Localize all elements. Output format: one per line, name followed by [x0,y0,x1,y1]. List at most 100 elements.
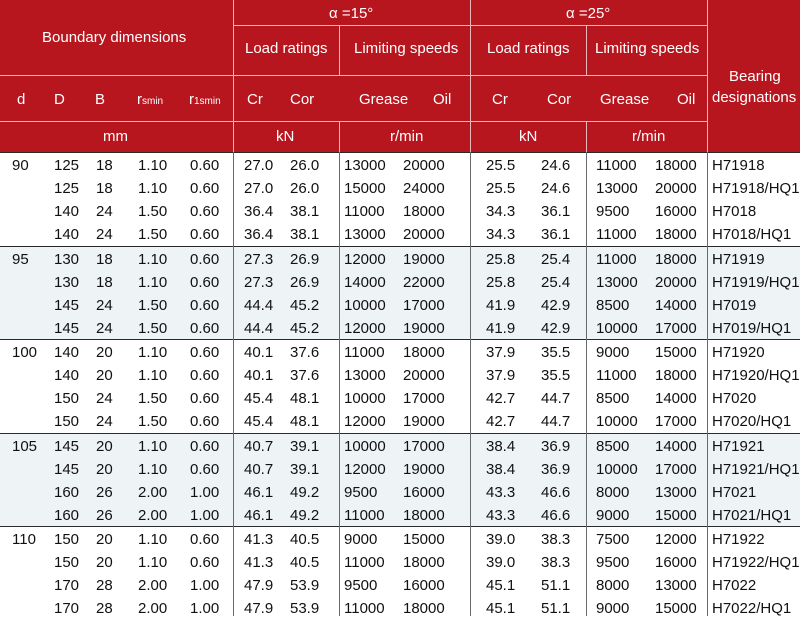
table-cell: 45.1 [486,600,516,617]
table-cell: 8500 [596,296,630,314]
table-cell: 13000 [596,273,638,291]
table-cell: 25.8 [486,273,516,291]
table-cell: 10000 [596,460,638,478]
table-cell: 28 [96,577,113,594]
table-cell: 1.50 [138,413,168,430]
table-cell: 2.00 [138,577,168,594]
table-cell: 140 [54,226,80,243]
table-cell: 18000 [655,367,697,384]
table-cell: 10000 [596,319,638,337]
table-cell: 125 [54,180,80,197]
table-cell: 8000 [596,577,630,594]
table-cell: 43.3 [486,506,516,524]
header-col-grease-15: Grease [359,91,409,108]
table-cell: 17000 [655,460,697,478]
table-cell: 24.6 [541,157,571,174]
table-cell: 16000 [403,483,445,501]
table-cell: 26.9 [290,273,320,291]
table-cell: 1.50 [138,390,168,407]
table-cell: H71921 [712,437,765,455]
header-col-oil-25: Oil [677,91,696,108]
header-col-oil-15: Oil [433,91,452,108]
table-cell: 1.50 [138,296,168,314]
table-cell: 170 [54,577,80,594]
table-cell: 20000 [403,367,445,384]
table-cell: 45.4 [244,413,274,430]
table-cell: H71921/HQ1 [712,460,800,478]
table-cell: 160 [54,483,80,501]
bore-group: 105 145 20 1.10 0.60 40.7 39.1 10000 17000 38.4 36… [0,432,800,527]
table-cell: 24 [96,226,113,243]
table-cell: 13000 [655,483,697,501]
table-cell: 0.60 [190,319,220,337]
table-cell: 24.6 [541,180,571,197]
table-cell: 36.4 [244,203,274,220]
table-cell: 150 [54,413,80,430]
table-cell: 36.4 [244,226,274,243]
table-cell: 9500 [596,203,630,220]
table-row: 160 26 2.00 1.00 46.1 49.2 11000 18000 43.3 46.6 9… [0,504,800,527]
table-cell: 9000 [596,506,630,524]
header-col-cor-25: Cor [547,91,572,108]
table-cell: 0.60 [190,250,220,268]
table-cell: 160 [54,506,80,524]
table-cell: 0.60 [190,531,220,548]
table-cell: 18 [96,250,113,268]
table-cell: 0.60 [190,390,220,407]
table-cell: 0.60 [190,296,220,314]
table-cell: 42.7 [486,390,516,407]
table-cell: 24 [96,390,113,407]
bearing-spec-table: Boundary dimensions α =15° α =25° Load r… [0,0,800,616]
table-cell: 15000 [403,531,445,548]
table-cell: 44.7 [541,390,571,407]
table-cell: 45.2 [290,296,320,314]
table-cell: 0.60 [190,367,220,384]
table-cell: 14000 [655,437,697,455]
table-cell: 130 [54,273,80,291]
table-cell: 19000 [403,413,445,430]
table-cell: 40.1 [244,344,274,361]
header-limiting-speeds-25: Limiting speeds [595,40,700,57]
bore-group: 95 130 18 1.10 0.60 27.3 26.9 12000 19000 25.8 25.… [0,245,800,340]
table-cell: 14000 [344,273,386,291]
table-row: 140 20 1.10 0.60 40.1 37.6 13000 20000 37.9 35.5 1… [0,364,800,387]
table-cell: 9500 [596,554,630,571]
table-cell: 49.2 [290,483,320,501]
table-cell: 35.5 [541,367,571,384]
table-cell: 18000 [403,600,445,617]
table-cell: 36.1 [541,203,571,220]
table-cell: 46.6 [541,506,571,524]
table-cell: H71920 [712,344,765,361]
table-cell: 45.4 [244,390,274,407]
table-cell: 18000 [655,250,697,268]
table-cell: 27.3 [244,250,274,268]
table-cell: 26 [96,483,113,501]
table-cell: 44.7 [541,413,571,430]
table-cell: 11000 [596,367,637,384]
table-cell: 25.4 [541,273,571,291]
table-cell: 27.0 [244,180,274,197]
table-cell: 46.1 [244,506,274,524]
table-cell: H71922 [712,531,765,548]
table-cell: 140 [54,367,80,384]
table-cell: 11000 [344,344,385,361]
table-row: 140 24 1.50 0.60 36.4 38.1 11000 18000 34.3 36.1 9… [0,200,800,223]
table-cell: 2.00 [138,506,168,524]
table-body: 90 125 18 1.10 0.60 27.0 26.0 13000 20000 25.5 24.… [0,152,800,616]
header-bearing-2: designations [712,89,797,106]
header-col-cor-15: Cor [290,91,315,108]
table-cell: 38.1 [290,226,320,243]
table-cell: 13000 [596,180,638,197]
table-cell: 130 [54,250,80,268]
table-cell: 17000 [403,390,445,407]
table-cell: 25.5 [486,180,516,197]
cell-bore-d: 105 [12,437,38,455]
table-cell: 18 [96,180,113,197]
table-cell: 170 [54,600,80,617]
table-cell: 20000 [403,157,445,174]
table-cell: 18000 [403,344,445,361]
table-cell: 17000 [403,437,445,455]
table-cell: 51.1 [541,600,571,617]
header-col-cr-15: Cr [247,91,263,108]
cell-bore-d: 95 [12,250,29,268]
